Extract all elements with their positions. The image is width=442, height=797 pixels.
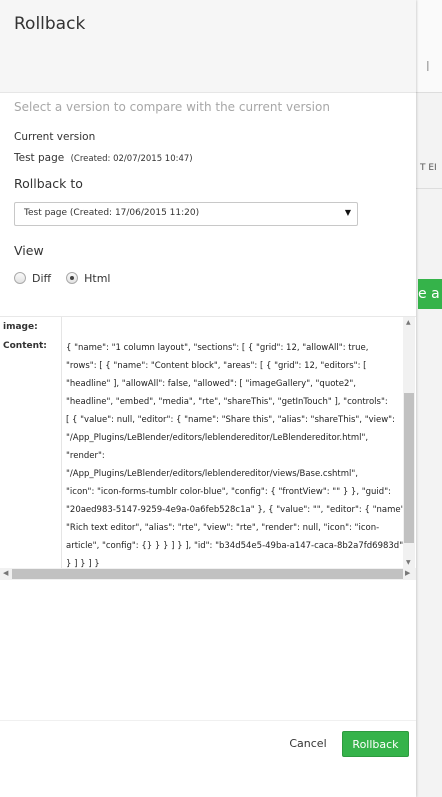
current-version-name: Test page: [14, 152, 65, 164]
content-line: article", "config": {} } } ] } ], "id": …: [66, 541, 404, 551]
diff-radio-label[interactable]: Diff: [32, 272, 51, 285]
content-line: "/App_Plugins/LeBlender/editors/leblende…: [66, 469, 358, 479]
content-line: "render":: [66, 451, 105, 461]
intro-text: Select a version to compare with the cur…: [14, 100, 330, 114]
dialog-header: Rollback: [0, 0, 416, 93]
background-text-fragment: l: [426, 60, 430, 75]
background-divider: [416, 92, 442, 93]
vertical-scroll-thumb[interactable]: [404, 393, 414, 543]
background-topbar: [416, 0, 442, 92]
cancel-button[interactable]: Cancel: [283, 733, 333, 755]
background-green-button: e a: [418, 279, 442, 309]
content-line: "headline" ], "allowAll": false, "allowe…: [66, 379, 356, 389]
scroll-down-arrow-icon[interactable]: ▼: [406, 559, 411, 566]
content-line: { "name": "1 column layout", "sections":…: [66, 343, 369, 353]
current-version-value: Test page (Created: 02/07/2015 10:47): [14, 152, 193, 164]
diff-radio[interactable]: [14, 272, 26, 284]
content-value-box: { "name": "1 column layout", "sections":…: [61, 317, 404, 568]
background-page: l T EI e a: [416, 0, 442, 797]
current-version-created: (Created: 02/07/2015 10:47): [70, 154, 193, 164]
background-text-fragment: T EI: [420, 163, 437, 173]
view-radio-group: Diff Html: [14, 270, 125, 286]
background-divider: [416, 188, 442, 189]
horizontal-scroll-thumb[interactable]: [12, 569, 403, 579]
content-line: "headline", "embed", "media", "rte", "sh…: [66, 397, 388, 407]
rollback-button[interactable]: Rollback: [342, 731, 409, 757]
horizontal-scrollbar[interactable]: ◀ ▶: [0, 568, 416, 580]
scroll-left-arrow-icon[interactable]: ◀: [3, 569, 8, 577]
image-property-label: image:: [3, 322, 38, 332]
content-line: "Rich text editor", "alias": "rte", "vie…: [66, 523, 380, 533]
content-property-label: Content:: [3, 341, 47, 351]
content-line: "/App_Plugins/LeBlender/editors/leblende…: [66, 433, 369, 443]
content-line: "20aed983-5147-9259-4e9a-0a6feb528c1a" }…: [66, 505, 404, 515]
rollback-to-label: Rollback to: [14, 176, 83, 191]
content-value-text: { "name": "1 column layout", "sections":…: [66, 339, 404, 568]
version-select[interactable]: Test page (Created: 17/06/2015 11:20) ▼: [14, 202, 358, 226]
view-label: View: [14, 243, 44, 258]
version-select-value: Test page (Created: 17/06/2015 11:20): [24, 208, 200, 218]
content-line: "icon": "icon-forms-tumblr color-blue", …: [66, 487, 391, 497]
dropdown-caret-icon: ▼: [344, 208, 351, 217]
vertical-scrollbar[interactable]: ▲ ▼: [403, 317, 415, 568]
current-version-label: Current version: [14, 131, 96, 143]
footer-divider: [0, 720, 416, 721]
scroll-up-arrow-icon[interactable]: ▲: [406, 319, 411, 326]
rollback-dialog: Rollback Select a version to compare wit…: [0, 0, 416, 797]
properties-compare-area: image: Content: { "name": "1 column layo…: [0, 316, 416, 582]
content-line: } ] } ] }: [66, 559, 100, 568]
html-radio[interactable]: [66, 272, 79, 284]
content-line: "rows": [ { "name": "Content block", "ar…: [66, 361, 367, 371]
content-line: [ { "value": null, "editor": { "name": "…: [66, 415, 395, 425]
html-radio-label[interactable]: Html: [84, 272, 110, 285]
dialog-title: Rollback: [14, 14, 86, 34]
scroll-right-arrow-icon[interactable]: ▶: [405, 569, 410, 577]
